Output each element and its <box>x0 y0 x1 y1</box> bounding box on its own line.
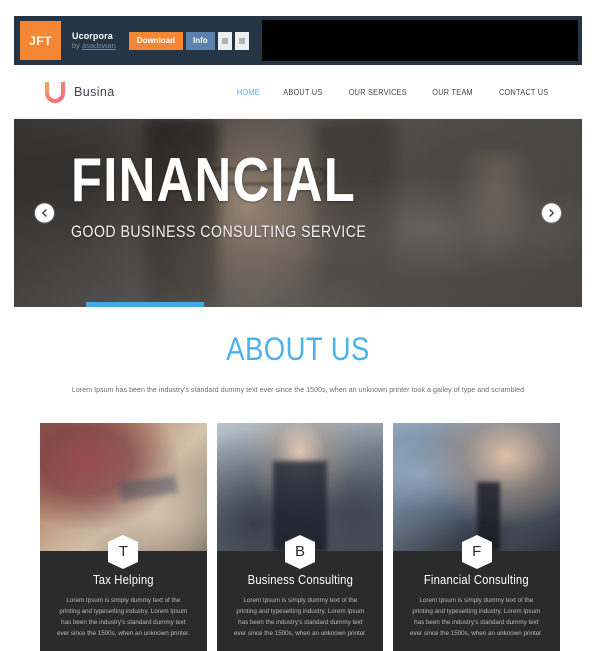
service-card-image <box>40 423 207 551</box>
service-card-tax-helping[interactable]: T Tax Helping Lorem Ipsum is simply dumm… <box>40 423 207 651</box>
service-card-badge: B <box>285 535 315 569</box>
hero-title: FINANCIAL <box>71 146 357 215</box>
service-card-image <box>216 423 384 551</box>
service-card-title: Tax Helping <box>92 573 154 587</box>
service-cards: T Tax Helping Lorem Ipsum is simply dumm… <box>40 423 561 651</box>
chevron-left-icon <box>40 209 49 218</box>
share-icon <box>221 37 228 44</box>
site-header: Busina HOME ABOUT US OUR SERVICES OUR TE… <box>14 65 582 119</box>
about-title: ABOUT US <box>226 331 370 367</box>
service-card-image <box>393 423 561 551</box>
service-card-badge-letter: B <box>294 542 305 560</box>
about-section: ABOUT US Lorem Ipsum has been the indust… <box>14 307 582 394</box>
info-button[interactable]: Info <box>186 31 215 50</box>
preview-toolbar: JFT Ucorpora by asadswan Download Info <box>14 16 582 65</box>
brand[interactable]: Busina <box>44 80 115 104</box>
author-prefix: by <box>72 40 80 50</box>
service-card-badge: T <box>108 535 139 569</box>
jft-logo: JFT <box>20 21 61 60</box>
hero-next-button[interactable] <box>542 203 561 223</box>
download-button[interactable]: Download <box>128 31 184 50</box>
page-root: JFT Ucorpora by asadswan Download Info B… <box>0 0 600 651</box>
preview-banner-placeholder <box>261 20 578 61</box>
hero-caption: FINANCIAL GOOD BUSINESS CONSULTING SERVI… <box>71 150 427 242</box>
u-logo-icon <box>44 80 66 104</box>
service-card-text: Lorem Ipsum is simply dummy text of the … <box>233 597 367 637</box>
service-card-text: Lorem Ipsum is simply dummy text of the … <box>410 597 544 637</box>
preview-item-meta: Ucorpora by asadswan <box>72 31 116 51</box>
service-card-title: Financial Consulting <box>424 573 530 587</box>
nav-item-our-team[interactable]: OUR TEAM <box>433 87 474 97</box>
main-navigation: HOME ABOUT US OUR SERVICES OUR TEAM CONT… <box>235 87 552 97</box>
service-card-badge: F <box>461 535 492 569</box>
chevron-right-icon <box>547 209 556 218</box>
service-card-financial-consulting[interactable]: F Financial Consulting Lorem Ipsum is si… <box>393 423 561 651</box>
service-card-business-consulting[interactable]: B Business Consulting Lorem Ipsum is sim… <box>216 423 384 651</box>
service-card-badge-letter: F <box>472 542 482 560</box>
share-button[interactable] <box>217 31 232 50</box>
nav-item-home[interactable]: HOME <box>237 87 260 97</box>
service-card-badge-letter: T <box>118 542 128 560</box>
favorite-button[interactable] <box>234 31 249 50</box>
nav-item-contact-us[interactable]: CONTACT US <box>499 87 548 97</box>
author-link[interactable]: asadswan <box>82 41 116 50</box>
about-description: Lorem Ipsum has been the industry's stan… <box>71 385 525 394</box>
heart-icon <box>238 37 245 44</box>
brand-name: Busina <box>74 84 115 99</box>
nav-item-our-services[interactable]: OUR SERVICES <box>348 87 406 97</box>
nav-item-about-us[interactable]: ABOUT US <box>283 87 322 97</box>
preview-actions: Download Info <box>128 31 249 50</box>
service-card-title: Business Consulting <box>247 573 353 587</box>
hero-slider: FINANCIAL GOOD BUSINESS CONSULTING SERVI… <box>14 119 582 307</box>
hero-prev-button[interactable] <box>35 203 54 223</box>
preview-item-author: by asadswan <box>72 40 116 51</box>
preview-item-title: Ucorpora <box>72 30 113 41</box>
hero-subtitle: GOOD BUSINESS CONSULTING SERVICE <box>71 222 367 241</box>
service-card-text: Lorem Ipsum is simply dummy text of the … <box>56 597 190 637</box>
